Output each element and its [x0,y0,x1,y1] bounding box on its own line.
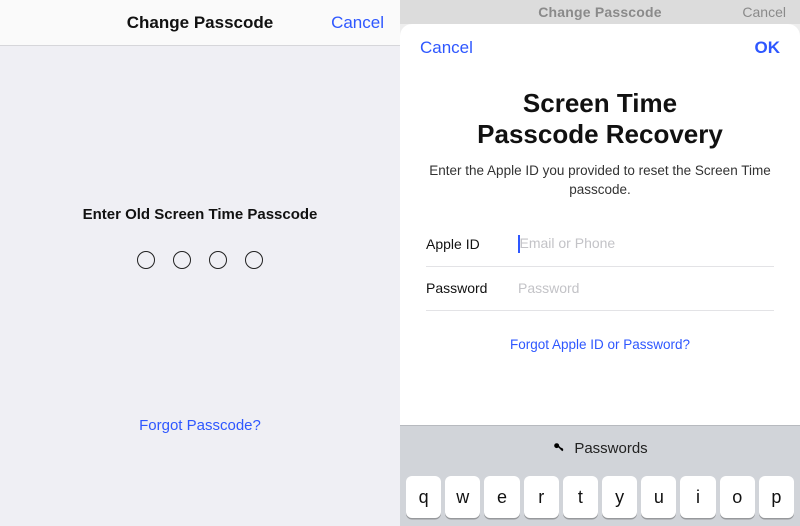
change-passcode-screen: Change Passcode Cancel Enter Old Screen … [0,0,400,526]
modal-header: Cancel OK [400,24,800,58]
key-y[interactable]: y [602,476,637,518]
forgot-passcode-link[interactable]: Forgot Passcode? [0,417,400,434]
modal-cancel-button[interactable]: Cancel [420,38,473,58]
forgot-apple-id-link[interactable]: Forgot Apple ID or Password? [400,337,800,352]
keyboard-row: q w e r t y u i o p [400,470,800,526]
recovery-hero: Screen Time Passcode Recovery Enter the … [400,58,800,209]
passcode-dot [173,251,191,269]
key-o[interactable]: o [720,476,755,518]
left-nav-bar: Change Passcode Cancel [0,0,400,46]
background-nav-title: Change Passcode [538,4,662,20]
recovery-subtitle: Enter the Apple ID you provided to reset… [424,162,776,198]
passcode-prompt: Enter Old Screen Time Passcode [0,206,400,223]
recovery-title: Screen Time Passcode Recovery [424,88,776,150]
password-label: Password [426,280,518,296]
cancel-button[interactable]: Cancel [331,0,384,46]
password-placeholder: Password [518,280,579,296]
background-cancel: Cancel [742,4,786,20]
background-nav-bar: Change Passcode Cancel [400,0,800,24]
apple-id-label: Apple ID [426,236,518,252]
nav-title: Change Passcode [127,13,273,33]
passwords-autofill-label: Passwords [574,440,647,457]
recovery-title-line2: Passcode Recovery [477,119,723,149]
recovery-screen: Change Passcode Cancel Cancel OK Screen … [400,0,800,526]
passcode-dot [245,251,263,269]
passcode-entry-area: Enter Old Screen Time Passcode [0,46,400,269]
apple-id-placeholder: Email or Phone [520,235,616,251]
key-p[interactable]: p [759,476,794,518]
recovery-title-line1: Screen Time [523,88,677,118]
key-w[interactable]: w [445,476,480,518]
recovery-form: Apple ID Email or Phone Password Passwor… [400,209,800,311]
modal-ok-button[interactable]: OK [755,38,781,58]
apple-id-row[interactable]: Apple ID Email or Phone [426,223,774,267]
key-u[interactable]: u [641,476,676,518]
passwords-autofill-button[interactable]: Passwords [400,426,800,470]
key-r[interactable]: r [524,476,559,518]
key-icon [552,441,566,455]
key-e[interactable]: e [484,476,519,518]
passcode-dot [137,251,155,269]
key-q[interactable]: q [406,476,441,518]
key-i[interactable]: i [680,476,715,518]
password-input[interactable]: Password [518,280,774,296]
keyboard-accessory: Passwords q w e r t y u i o p [400,425,800,526]
passcode-dot [209,251,227,269]
recovery-modal: Cancel OK Screen Time Passcode Recovery … [400,24,800,526]
apple-id-input[interactable]: Email or Phone [518,235,774,253]
passcode-dots [0,251,400,269]
key-t[interactable]: t [563,476,598,518]
password-row[interactable]: Password Password [426,267,774,311]
